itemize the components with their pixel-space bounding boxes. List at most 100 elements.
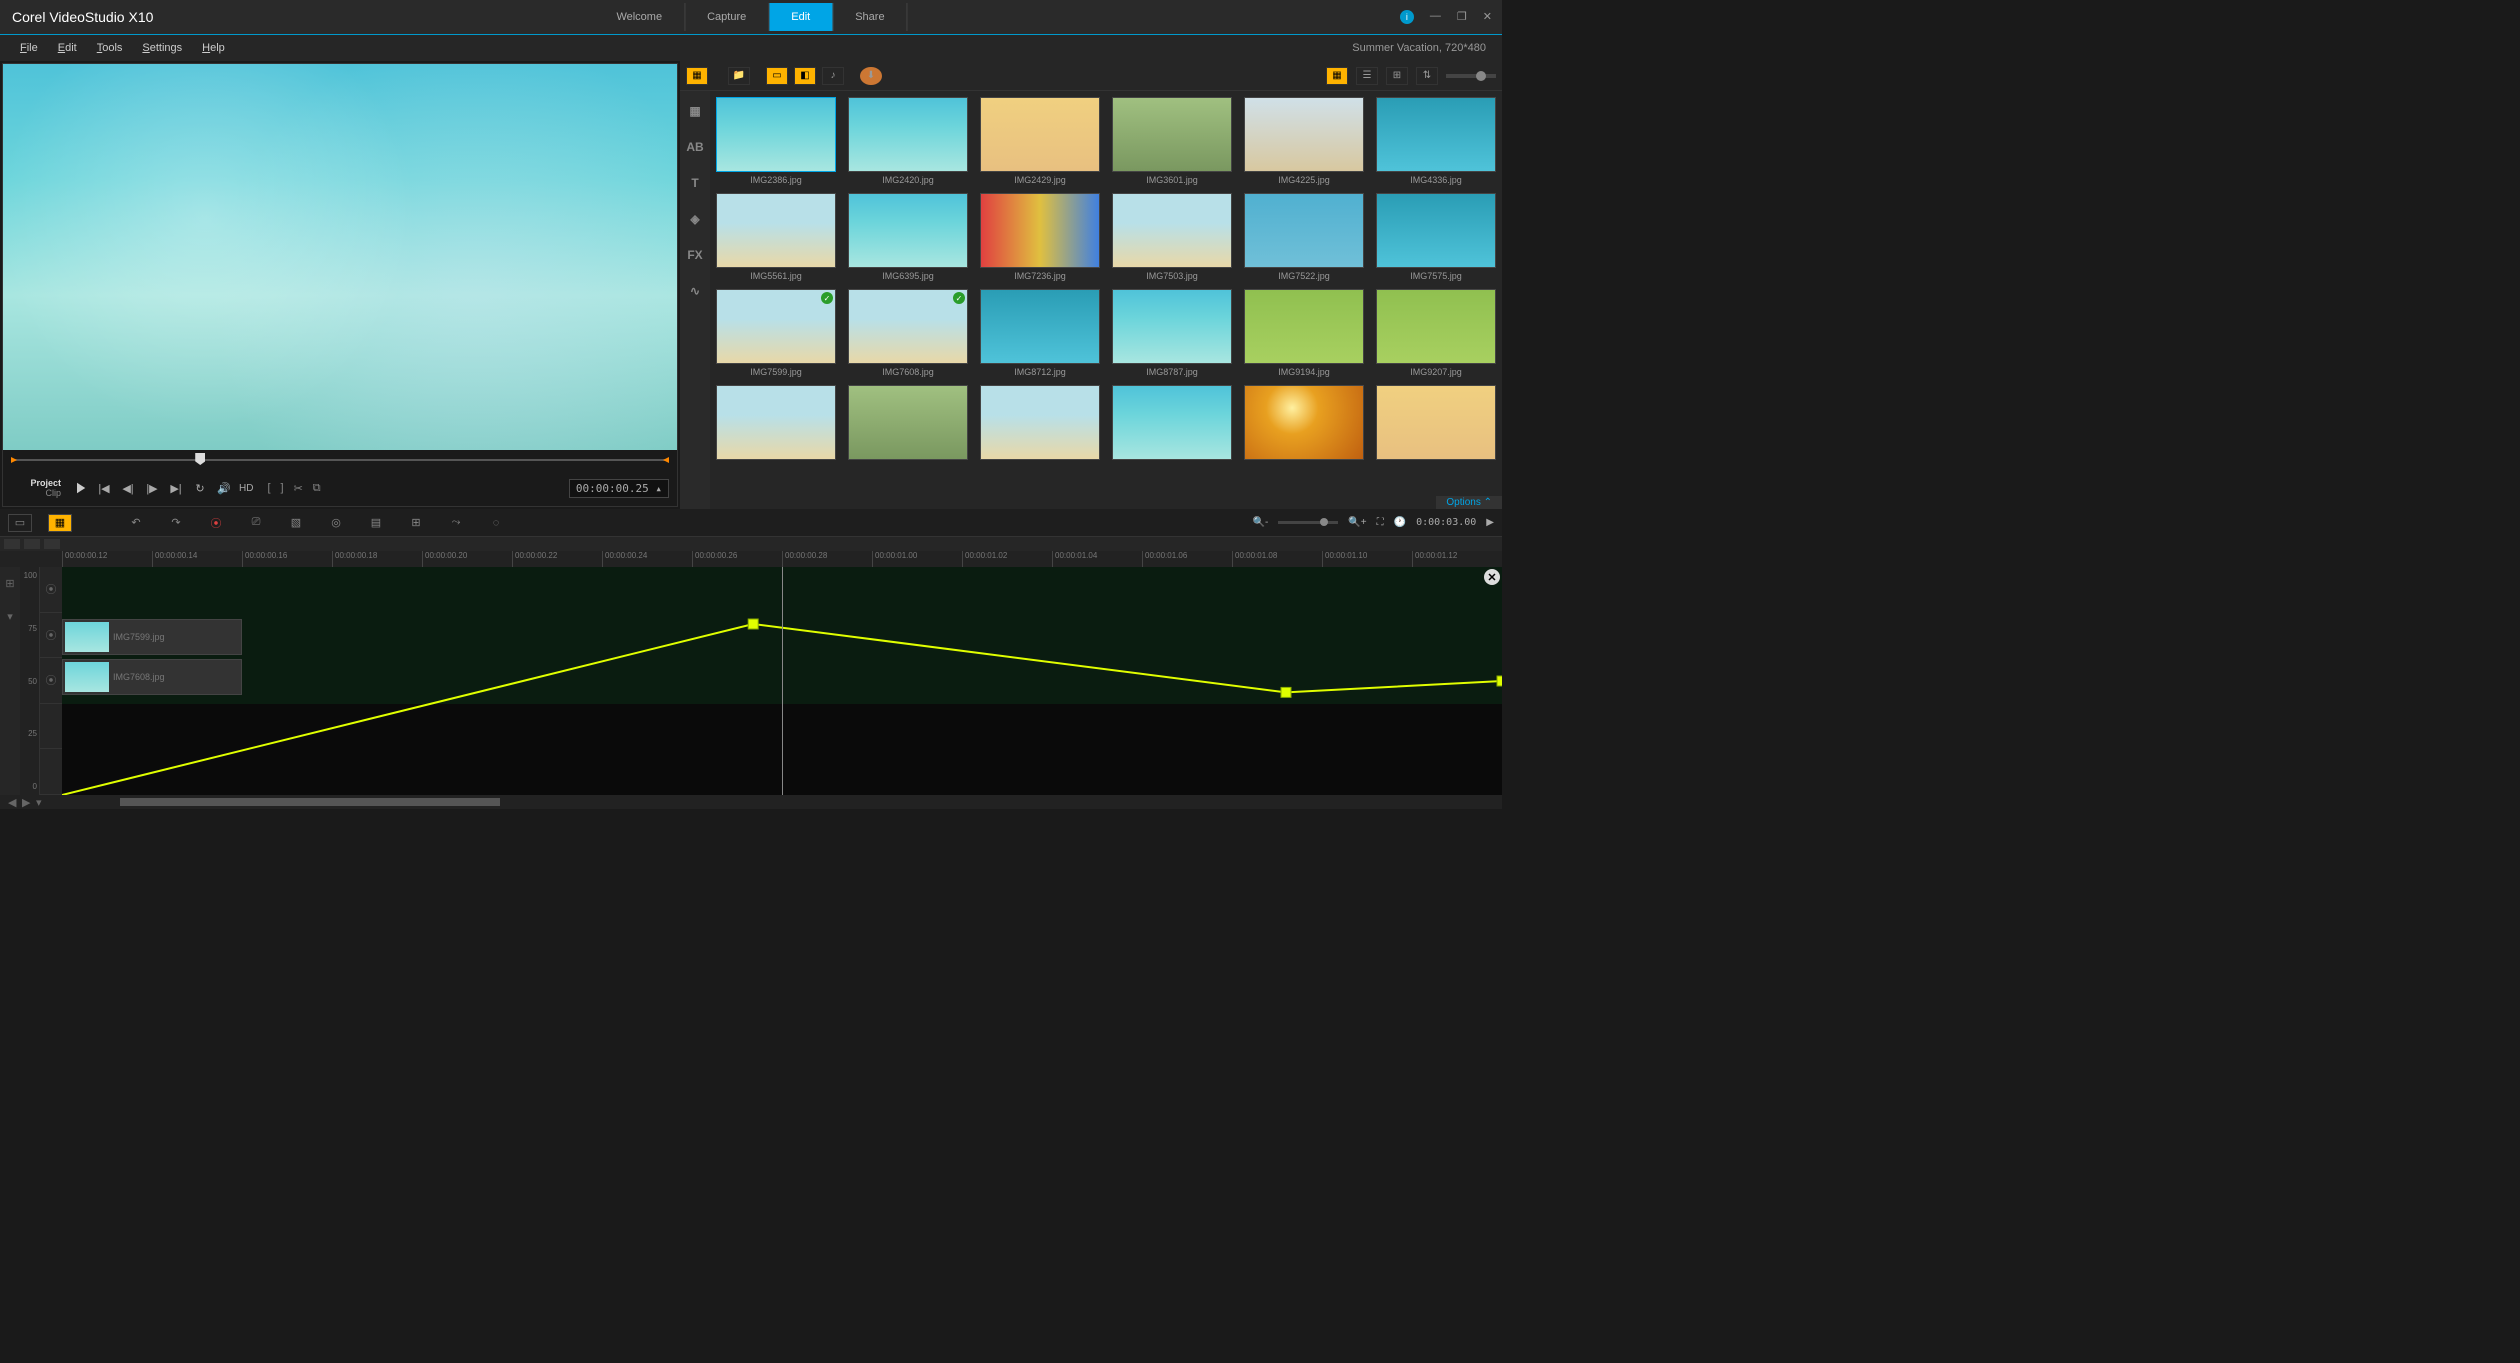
photo-icon[interactable]: ◧ [794, 67, 816, 85]
library-item[interactable]: IMG7575.jpg [1376, 193, 1496, 281]
scroll-right-icon[interactable]: ▶ [1486, 517, 1494, 528]
info-icon[interactable]: i [1400, 10, 1414, 24]
thumbnail-size-slider[interactable] [1446, 74, 1496, 78]
track-head-video1[interactable]: ⦿ [40, 567, 62, 613]
clip-mode-label[interactable]: Clip [45, 488, 61, 498]
track-ctrl-icon[interactable]: ⊞ [5, 577, 14, 590]
library-item[interactable]: IMG4336.jpg [1376, 97, 1496, 185]
menu-settings[interactable]: Settings [132, 42, 192, 54]
timeline-ruler[interactable]: 00:00:00.1200:00:00.1400:00:00.1600:00:0… [0, 551, 1502, 567]
library-item[interactable]: ✓IMG7599.jpg [716, 289, 836, 377]
library-item[interactable]: IMG2420.jpg [848, 97, 968, 185]
library-item[interactable]: IMG2429.jpg [980, 97, 1100, 185]
cut-icon[interactable]: ✂ [294, 482, 303, 495]
path-btn[interactable]: ∿ [683, 279, 707, 303]
minimize-icon[interactable]: — [1430, 10, 1441, 24]
graphics-btn[interactable]: ◈ [683, 207, 707, 231]
autocaption-icon[interactable]: ▧ [284, 514, 308, 532]
mark-out-button[interactable]: ] [281, 482, 284, 495]
library-item[interactable]: IMG7522.jpg [1244, 193, 1364, 281]
volume-icon[interactable]: 🔊 [215, 479, 233, 497]
view-thumb-icon[interactable]: ▦ [1326, 67, 1348, 85]
track-head-empty2[interactable] [40, 749, 62, 795]
view-grid-icon[interactable]: ⊞ [1386, 67, 1408, 85]
library-item[interactable] [1112, 385, 1232, 463]
options-expand[interactable]: Options ⌃ [1436, 496, 1502, 509]
track-view-toggles[interactable] [0, 537, 1502, 551]
mixer-icon[interactable]: ⎚ [244, 514, 268, 532]
library-item[interactable] [1244, 385, 1364, 463]
library-item[interactable]: IMG8787.jpg [1112, 289, 1232, 377]
end-button[interactable]: ▶| [167, 479, 185, 497]
library-item[interactable] [1376, 385, 1496, 463]
zoom-in-icon[interactable]: 🔍+ [1348, 517, 1366, 528]
audio-icon[interactable]: ♪ [822, 67, 844, 85]
track-head-empty[interactable] [40, 704, 62, 750]
timeline-scrollbar[interactable]: ◀ ▶ ▾ [0, 795, 1502, 809]
media-tab-icon[interactable]: ▦ [686, 67, 708, 85]
preview-viewport[interactable] [3, 64, 677, 450]
keyframe-graph[interactable]: IMG7599.jpg IMG7608.jpg ✕ [62, 567, 1502, 795]
clock-icon[interactable]: 🕐 [1394, 517, 1406, 528]
workflow-tab-capture[interactable]: Capture [685, 3, 769, 31]
timecode[interactable]: 00:00:00.25 ▴ [569, 479, 669, 498]
transitions-btn[interactable]: AB [683, 135, 707, 159]
track-head-overlay2[interactable]: ⦿ [40, 658, 62, 704]
fx-btn[interactable]: FX [683, 243, 707, 267]
undo-icon[interactable]: ↶ [124, 514, 148, 532]
timeline-view-btn[interactable]: ▦ [48, 514, 72, 532]
library-item[interactable]: IMG8712.jpg [980, 289, 1100, 377]
project-mode-label[interactable]: Project [30, 478, 61, 488]
prev-frame-button[interactable]: ◀| [119, 479, 137, 497]
maximize-icon[interactable]: ❐ [1457, 10, 1467, 24]
view-list-icon[interactable]: ☰ [1356, 67, 1378, 85]
library-item[interactable] [716, 385, 836, 463]
menu-file[interactable]: File [10, 42, 48, 54]
library-item[interactable]: IMG9207.jpg [1376, 289, 1496, 377]
track-head-overlay1[interactable]: ⦿ [40, 613, 62, 659]
library-item[interactable]: IMG5561.jpg [716, 193, 836, 281]
library-item[interactable]: IMG9194.jpg [1244, 289, 1364, 377]
record-icon[interactable]: ⦿ [204, 514, 228, 532]
workflow-tab-welcome[interactable]: Welcome [594, 3, 685, 31]
tracks-icon[interactable]: ▤ [364, 514, 388, 532]
chevron-down-icon[interactable]: ▾ [7, 610, 13, 623]
timeline-playhead[interactable] [782, 567, 783, 795]
mark-in-button[interactable]: [ [267, 482, 270, 495]
chapter-icon[interactable]: ◎ [324, 514, 348, 532]
home-button[interactable]: |◀ [95, 479, 113, 497]
zoom-out-icon[interactable]: 🔍- [1253, 517, 1269, 528]
storyboard-view-btn[interactable]: ▭ [8, 514, 32, 532]
close-graph-icon[interactable]: ✕ [1484, 569, 1500, 585]
multitrack-icon[interactable]: ⊞ [404, 514, 428, 532]
library-item[interactable] [848, 385, 968, 463]
library-item[interactable]: IMG3601.jpg [1112, 97, 1232, 185]
playhead-marker[interactable] [195, 453, 205, 465]
next-frame-button[interactable]: |▶ [143, 479, 161, 497]
download-icon[interactable]: ⬇ [860, 67, 882, 85]
library-item[interactable] [980, 385, 1100, 463]
loop-button[interactable]: ↻ [191, 479, 209, 497]
motion-icon[interactable]: ⤳ [444, 514, 468, 532]
film-icon[interactable]: ▭ [766, 67, 788, 85]
media-btn[interactable]: ▦ [683, 99, 707, 123]
snapshot-icon[interactable]: ⧉ [313, 482, 321, 495]
menu-edit[interactable]: Edit [48, 42, 87, 54]
library-item[interactable]: IMG2386.jpg [716, 97, 836, 185]
hd-label[interactable]: HD [239, 479, 253, 497]
library-item[interactable]: ✓IMG7608.jpg [848, 289, 968, 377]
play-button[interactable] [71, 479, 89, 497]
menu-tools[interactable]: Tools [87, 42, 133, 54]
sort-icon[interactable]: ⇅ [1416, 67, 1438, 85]
workflow-tab-edit[interactable]: Edit [769, 3, 833, 31]
library-item[interactable]: IMG6395.jpg [848, 193, 968, 281]
custom-icon[interactable]: ◌ [484, 514, 508, 532]
redo-icon[interactable]: ↷ [164, 514, 188, 532]
library-item[interactable]: IMG4225.jpg [1244, 97, 1364, 185]
library-item[interactable]: IMG7503.jpg [1112, 193, 1232, 281]
scrubber[interactable] [3, 450, 677, 470]
menu-help[interactable]: Help [192, 42, 235, 54]
folder-icon[interactable]: 📁 [728, 67, 750, 85]
titles-btn[interactable]: T [683, 171, 707, 195]
zoom-slider[interactable] [1278, 521, 1338, 524]
